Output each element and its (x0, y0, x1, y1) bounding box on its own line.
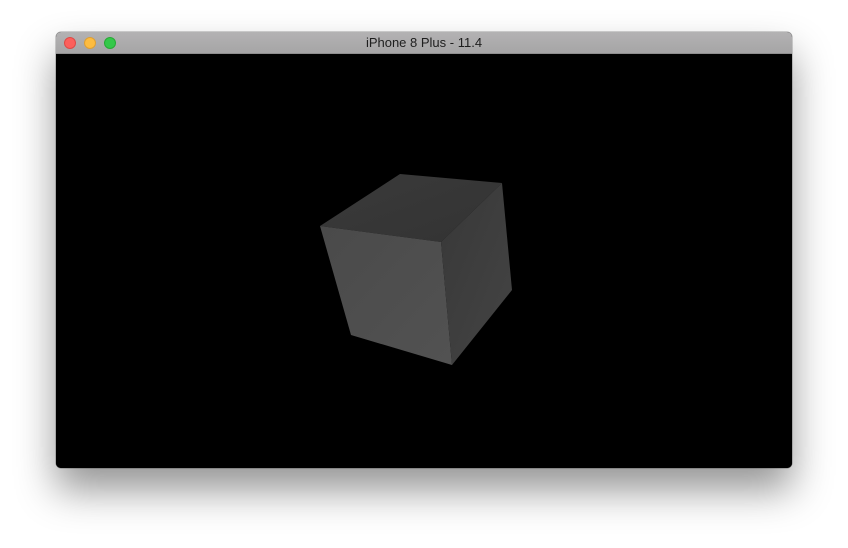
simulator-window: iPhone 8 Plus - 11.4 (56, 32, 792, 468)
window-title: iPhone 8 Plus - 11.4 (365, 35, 483, 50)
title-bar[interactable]: iPhone 8 Plus - 11.4 (56, 32, 792, 54)
cube-front-face (320, 226, 452, 365)
scene-viewport[interactable] (56, 54, 792, 468)
cube-render (320, 174, 512, 365)
